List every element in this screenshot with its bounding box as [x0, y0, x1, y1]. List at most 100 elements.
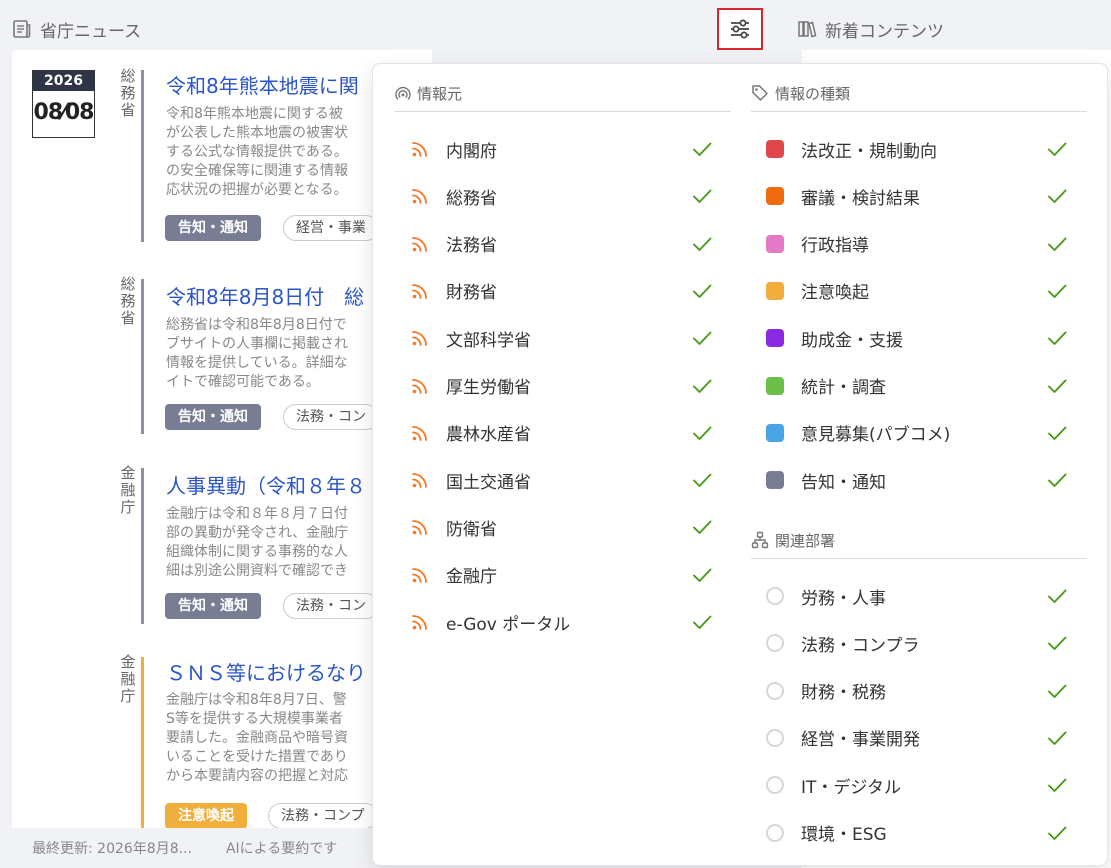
dept-option[interactable]: 経営・事業開発 — [766, 723, 1068, 754]
type-option[interactable]: 審議・検討結果 — [766, 181, 1068, 212]
check-icon — [1046, 185, 1068, 212]
type-option[interactable]: 注意喚起 — [766, 276, 1067, 306]
source-option[interactable]: e-Gov ポータル — [411, 607, 712, 637]
dept-tag: 法務・コン — [283, 593, 379, 619]
dept-option[interactable]: 法務・コンプラ — [766, 628, 1068, 659]
type-option[interactable]: 告知・通知 — [766, 465, 1067, 495]
type-option-label: 助成金・支援 — [801, 330, 903, 351]
news-title-link[interactable]: 令和8年8月8日付 総 — [166, 281, 364, 310]
color-swatch — [766, 281, 784, 300]
color-swatch — [766, 140, 784, 158]
source-option[interactable]: 農林水産省 — [411, 418, 712, 448]
source-option-label: 農林水産省 — [446, 425, 531, 446]
rss-icon — [411, 140, 429, 163]
contents-title: 新着コンテンツ — [825, 21, 944, 42]
news-ministry: 総務省 — [120, 275, 136, 327]
footer: 最終更新: 2026年8月8... AIによる要約です — [12, 828, 432, 868]
dept-option[interactable]: 財務・税務 — [766, 676, 1068, 707]
check-icon — [691, 280, 713, 307]
source-option[interactable]: 内閣府 — [411, 134, 712, 164]
news-title-link[interactable]: 人事異動（令和８年８ — [166, 470, 366, 499]
dept-option-label: 環境・ESG — [801, 825, 887, 845]
depts-section-title: 関連部署 — [751, 528, 835, 552]
rss-icon — [411, 235, 429, 258]
news-item-bar — [141, 657, 144, 828]
news-ministry: 金融庁 — [120, 653, 136, 705]
check-icon — [1046, 632, 1068, 659]
news-item-bar — [141, 468, 144, 624]
type-option[interactable]: 行政指導 — [766, 229, 1067, 259]
radio-circle — [766, 728, 784, 747]
type-option-label: 審議・検討結果 — [801, 188, 920, 209]
filter-dropdown: 情報元 内閣府総務省法務省財務省文部科学省厚生労働省農林水産省国土交通省防衛省金… — [372, 63, 1108, 866]
source-option-label: 財務省 — [446, 283, 497, 304]
source-option-label: e-Gov ポータル — [446, 614, 571, 635]
source-option-label: 厚生労働省 — [446, 378, 531, 398]
library-icon — [798, 21, 817, 38]
news-ministry: 総務省 — [120, 67, 136, 119]
tag-icon — [752, 85, 768, 101]
source-option-label: 総務省 — [446, 188, 497, 209]
type-option[interactable]: 統計・調査 — [766, 371, 1068, 402]
source-option[interactable]: 厚生労働省 — [411, 371, 713, 402]
check-icon — [1046, 822, 1068, 849]
dept-option[interactable]: IT・デジタル — [766, 770, 1067, 800]
divider — [751, 111, 1087, 112]
color-swatch — [766, 471, 784, 490]
last-updated: 最終更新: 2026年8月8... — [32, 841, 192, 857]
source-option[interactable]: 総務省 — [411, 181, 713, 212]
check-icon — [1046, 727, 1068, 754]
source-option-label: 内閣府 — [446, 141, 497, 162]
type-option-label: 意見募集(パブコメ) — [801, 425, 951, 446]
dept-option[interactable]: 環境・ESG — [766, 818, 1068, 849]
date-badge: 2026 08⁄08 — [32, 70, 95, 138]
check-icon — [691, 564, 713, 591]
dept-option[interactable]: 労務・人事 — [766, 581, 1068, 612]
rss-icon — [411, 377, 429, 400]
check-icon — [691, 185, 713, 212]
source-option[interactable]: 国土交通省 — [411, 465, 712, 495]
sources-section-title: 情報元 — [395, 81, 462, 105]
rss-icon — [411, 187, 429, 210]
source-option-label: 文部科学省 — [446, 330, 531, 351]
type-tag: 注意喚起 — [165, 803, 247, 828]
dept-tag: 経営・事業 — [283, 215, 379, 241]
dept-option-label: 法務・コンプラ — [801, 635, 920, 656]
source-option[interactable]: 法務省 — [411, 229, 712, 259]
news-title-link[interactable]: 令和8年熊本地震に関 — [166, 70, 359, 99]
source-option[interactable]: 財務省 — [411, 276, 713, 307]
news-ministry: 金融庁 — [120, 464, 136, 516]
dept-option-label: IT・デジタル — [801, 777, 902, 798]
news-title-link[interactable]: ＳＮＳ等におけるなり — [166, 657, 366, 686]
filter-button[interactable] — [717, 8, 763, 50]
contents-header: 新着コンテンツ — [797, 16, 944, 42]
check-icon — [1046, 375, 1068, 402]
dept-option-label: 労務・人事 — [801, 588, 886, 609]
rss-icon — [411, 471, 429, 494]
type-option[interactable]: 意見募集(パブコメ) — [766, 418, 1067, 448]
rss-icon — [411, 424, 429, 447]
rss-icon — [411, 282, 429, 305]
source-option[interactable]: 文部科学省 — [411, 323, 713, 354]
check-icon — [691, 327, 713, 354]
rss-icon — [411, 566, 429, 589]
type-tag: 告知・通知 — [165, 404, 261, 430]
source-option[interactable]: 防衛省 — [411, 512, 712, 542]
dept-tag: 法務・コンプ — [268, 803, 378, 828]
type-option[interactable]: 助成金・支援 — [766, 323, 1068, 354]
dept-option-label: 財務・税務 — [801, 683, 886, 704]
radio-circle — [766, 587, 784, 605]
news-list: 2026 08⁄08 総務省 令和8年熊本地震に関 令和8年熊本地震に関する被 … — [12, 50, 432, 828]
check-icon — [1046, 327, 1068, 354]
type-option-label: 行政指導 — [801, 236, 869, 257]
rss-icon — [411, 329, 429, 352]
radio-circle — [766, 681, 784, 700]
broadcast-icon — [395, 86, 411, 100]
org-chart-icon — [751, 531, 769, 549]
check-icon — [1046, 680, 1068, 707]
check-icon — [691, 375, 713, 402]
type-option[interactable]: 法改正・規制動向 — [766, 134, 1067, 164]
source-option[interactable]: 金融庁 — [411, 560, 713, 591]
divider — [395, 111, 731, 112]
check-icon — [1046, 585, 1068, 612]
